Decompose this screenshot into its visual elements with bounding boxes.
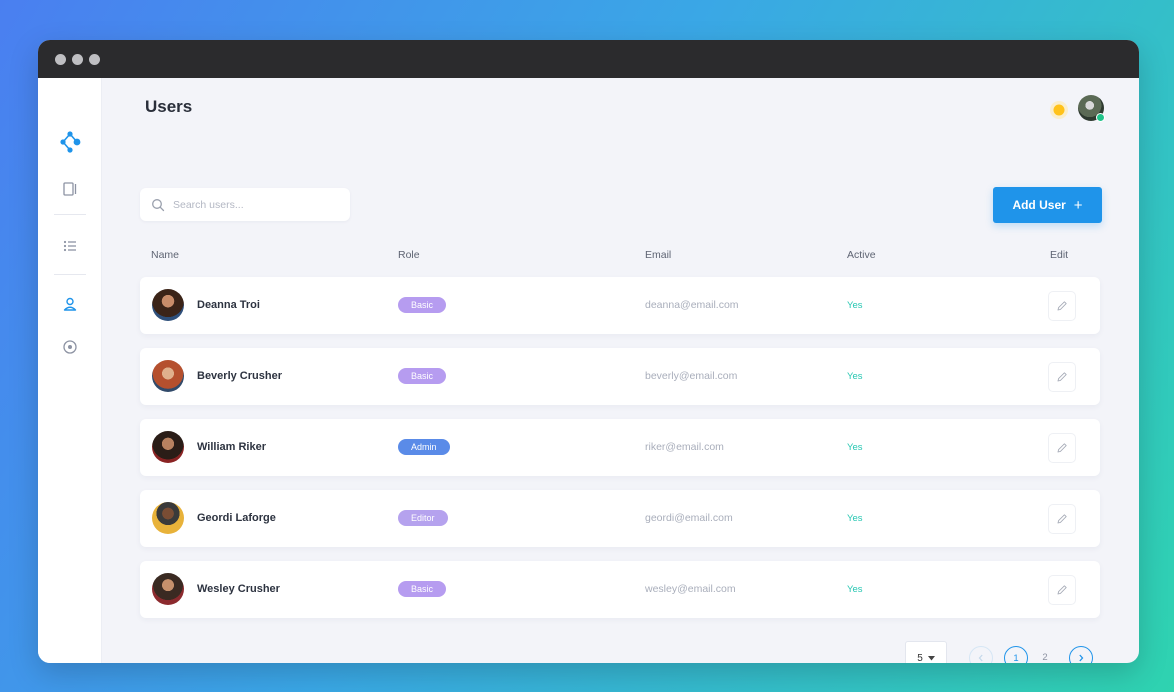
table-row[interactable]: Geordi Laforge Editor geordi@email.com Y… [140, 490, 1100, 547]
page-button[interactable]: 2 [1034, 646, 1056, 663]
window-titlebar [38, 40, 1139, 78]
next-page-button[interactable] [1069, 646, 1093, 663]
search-box [140, 188, 350, 221]
page-size-select[interactable]: 5 [905, 641, 947, 663]
active-status: Yes [847, 300, 863, 311]
app-logo-icon[interactable] [38, 130, 101, 154]
role-badge: Editor [398, 510, 448, 526]
user-name: Deanna Troi [197, 299, 260, 311]
add-user-button[interactable]: Add User + [993, 187, 1102, 223]
panel-icon[interactable] [38, 177, 101, 201]
user-name: Beverly Crusher [197, 370, 282, 382]
user-name: Geordi Laforge [197, 512, 276, 524]
active-status: Yes [847, 442, 863, 453]
window-control-dot[interactable] [55, 54, 66, 65]
pencil-icon [1057, 372, 1067, 382]
column-header-edit: Edit [1050, 249, 1069, 261]
user-email: deanna@email.com [645, 299, 739, 311]
prev-page-button[interactable] [969, 646, 993, 663]
edit-button[interactable] [1048, 575, 1076, 605]
user-name: William Riker [197, 441, 266, 453]
record-icon[interactable] [38, 335, 101, 359]
user-icon[interactable] [38, 292, 101, 316]
user-email: beverly@email.com [645, 370, 738, 382]
sun-icon[interactable] [1049, 100, 1069, 120]
edit-button[interactable] [1048, 504, 1076, 534]
page-title: Users [145, 97, 193, 116]
app-window: Users Add User + Name Role Email Active … [38, 40, 1139, 663]
pencil-icon [1057, 443, 1067, 453]
add-user-label: Add User [1012, 198, 1066, 212]
column-header-active: Active [847, 249, 876, 261]
table-row[interactable]: Beverly Crusher Basic beverly@email.com … [140, 348, 1100, 405]
user-avatar [152, 573, 184, 605]
chevron-right-icon [1079, 654, 1084, 662]
pencil-icon [1057, 585, 1067, 595]
active-status: Yes [847, 371, 863, 382]
column-header-name: Name [151, 249, 180, 261]
search-input[interactable] [171, 197, 345, 212]
sidebar-divider [54, 274, 86, 275]
search-icon [152, 198, 165, 211]
edit-button[interactable] [1048, 433, 1076, 463]
user-avatar [152, 502, 184, 534]
active-status: Yes [847, 584, 863, 595]
main-content: Users Add User + Name Role Email Active … [102, 78, 1139, 663]
table-row[interactable]: William Riker Admin riker@email.com Yes [140, 419, 1100, 476]
active-status: Yes [847, 513, 863, 524]
role-badge: Basic [398, 368, 447, 384]
plus-icon: + [1073, 196, 1083, 214]
list-icon[interactable] [38, 234, 101, 258]
sidebar [38, 78, 102, 663]
page-button-current[interactable]: 1 [1004, 646, 1028, 663]
user-email: wesley@email.com [645, 583, 736, 595]
table-row[interactable]: Wesley Crusher Basic wesley@email.com Ye… [140, 561, 1100, 618]
user-avatar [152, 289, 184, 321]
edit-button[interactable] [1048, 291, 1076, 321]
online-status-indicator [1096, 113, 1105, 122]
column-header-role: Role [398, 249, 420, 261]
role-badge: Admin [398, 439, 450, 455]
user-email: geordi@email.com [645, 512, 733, 524]
pencil-icon [1057, 514, 1067, 524]
chevron-left-icon [978, 654, 983, 662]
window-control-dot[interactable] [72, 54, 83, 65]
column-header-email: Email [645, 249, 672, 261]
role-badge: Basic [398, 581, 447, 597]
edit-button[interactable] [1048, 362, 1076, 392]
sidebar-divider [54, 214, 86, 215]
table-row[interactable]: Deanna Troi Basic deanna@email.com Yes [140, 277, 1100, 334]
pencil-icon [1057, 301, 1067, 311]
user-avatar [152, 360, 184, 392]
page-size-value: 5 [917, 652, 923, 664]
user-email: riker@email.com [645, 441, 724, 453]
role-badge: Basic [398, 297, 447, 313]
user-name: Wesley Crusher [197, 583, 280, 595]
window-control-dot[interactable] [89, 54, 100, 65]
user-avatar [152, 431, 184, 463]
chevron-down-icon [927, 655, 935, 660]
avatar[interactable] [1078, 95, 1105, 122]
